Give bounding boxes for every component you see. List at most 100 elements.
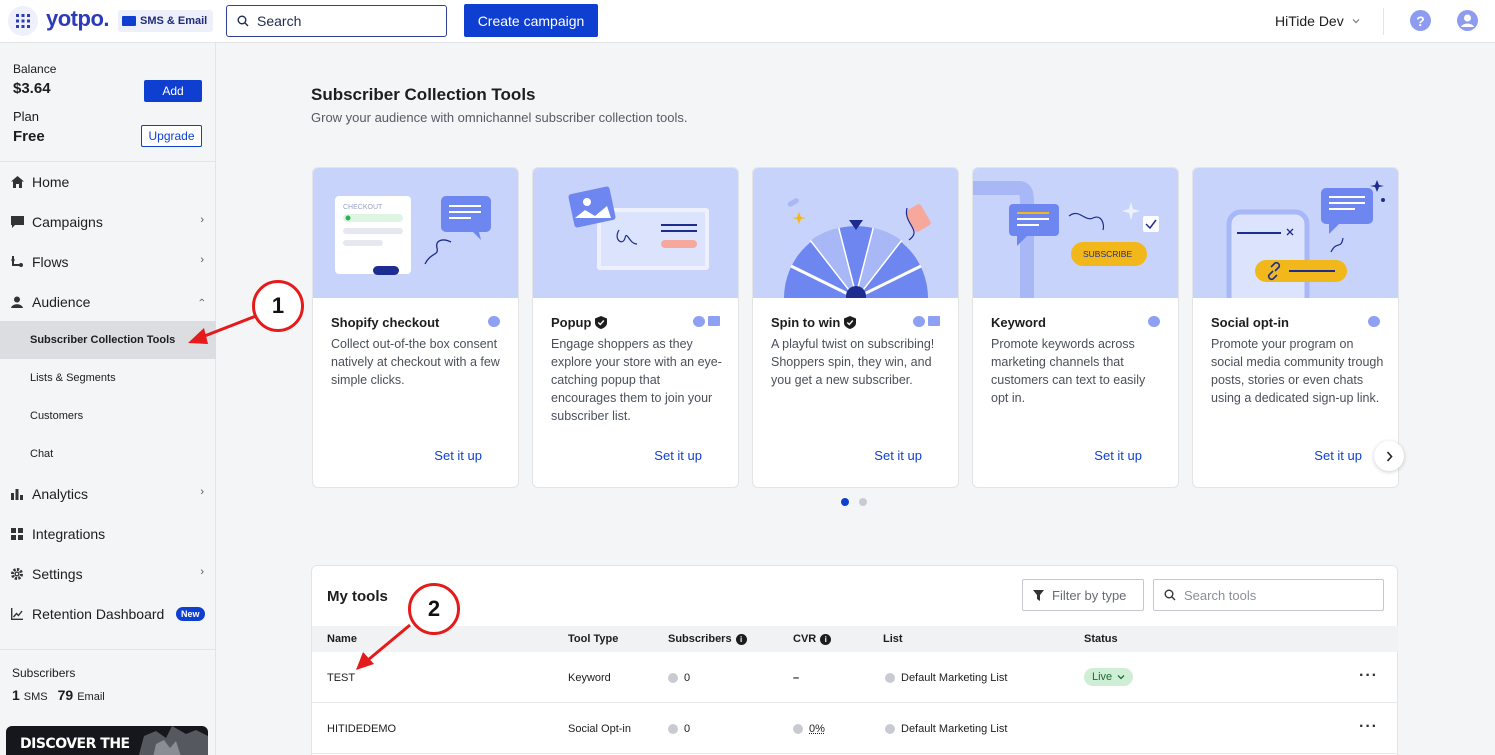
filter-label: Filter by type (1052, 587, 1127, 603)
promo-banner[interactable]: DISCOVER THE (6, 726, 208, 755)
email-label: Email (77, 691, 105, 703)
sms-count: 1 (12, 687, 20, 703)
list-cell: Default Marketing List (885, 672, 1007, 684)
status-text: Live (1092, 671, 1113, 683)
info-icon[interactable]: i (735, 633, 747, 645)
app-grid-icon[interactable] (8, 6, 38, 36)
sidebar-item-lists-segments[interactable]: Lists & Segments (0, 359, 216, 397)
status-badge[interactable]: Live (1084, 668, 1134, 686)
sidebar-item-campaigns[interactable]: Campaigns › (0, 203, 216, 241)
user-avatar-icon[interactable] (1457, 10, 1478, 31)
search-tools-placeholder: Search tools (1184, 587, 1257, 603)
tool-name[interactable]: HITIDEDEMO (327, 723, 396, 735)
tool-name[interactable]: TEST (327, 672, 355, 684)
sidebar-item-subscriber-collection-tools[interactable]: Subscriber Collection Tools (0, 321, 216, 359)
account-name: HiTide Dev (1275, 13, 1344, 29)
tool-card-spin-to-win[interactable]: Spin to win A playful twist on subscribi… (752, 167, 959, 488)
card-title: Spin to win (771, 315, 857, 330)
create-campaign-button[interactable]: Create campaign (464, 4, 598, 37)
balance-label: Balance (13, 62, 57, 76)
channel-icons (488, 316, 500, 327)
social-opt-in-illustration (1193, 168, 1398, 298)
new-badge: New (176, 607, 205, 621)
subscribers-value: 0 (684, 723, 691, 735)
info-icon[interactable]: i (820, 633, 832, 645)
annotation-step-1: 1 (252, 280, 304, 332)
keyword-illustration: SUBSCRIBE (973, 168, 1178, 298)
account-switcher[interactable]: HiTide Dev (1275, 13, 1360, 29)
column-header-tool-type[interactable]: Tool Type (568, 633, 618, 645)
column-header-list[interactable]: List (883, 633, 903, 645)
card-description: Collect out-of-the box consent natively … (331, 337, 500, 387)
tool-card-popup[interactable]: Popup Engage shoppers as they explore yo… (532, 167, 739, 488)
card-title-text: Shopify checkout (331, 315, 440, 330)
status-dot (668, 673, 678, 683)
sms-channel-icon (1368, 316, 1380, 327)
chevron-right-icon (1386, 450, 1393, 462)
column-header-subscribers[interactable]: Subscribers i (668, 633, 747, 645)
column-header-name[interactable]: Name (327, 633, 357, 645)
plan-label: Plan (13, 109, 40, 124)
yotpo-logo[interactable]: yotpo. (46, 6, 110, 32)
chevron-right-icon: › (200, 486, 204, 498)
sidebar-item-label: Home (32, 174, 70, 190)
column-header-cvr[interactable]: CVR i (793, 633, 832, 645)
integrations-icon (10, 527, 24, 541)
subscribers-cell: 0 (668, 723, 690, 735)
sidebar-item-settings[interactable]: Settings › (0, 555, 216, 593)
card-title-text: Spin to win (771, 315, 841, 330)
sidebar-item-customers[interactable]: Customers (0, 397, 216, 435)
page-subtitle: Grow your audience with omnichannel subs… (311, 110, 688, 125)
divider (0, 161, 216, 162)
cvr-value: 0% (809, 723, 825, 735)
card-title-text: Popup (551, 315, 592, 330)
sidebar-item-integrations[interactable]: Integrations (0, 515, 216, 553)
subscribers-cell: 0 (668, 672, 690, 684)
column-header-status[interactable]: Status (1084, 633, 1118, 645)
search-placeholder: Search (257, 13, 302, 29)
sidebar-item-home[interactable]: Home (0, 163, 216, 201)
sidebar-item-label: Analytics (32, 486, 89, 502)
tool-type: Social Opt-in (568, 723, 631, 735)
shopify-checkout-illustration: CHECKOUT (313, 168, 518, 298)
sidebar-item-retention-dashboard[interactable]: Retention Dashboard New (0, 595, 216, 633)
page-title: Subscriber Collection Tools (311, 85, 536, 104)
set-it-up-link[interactable]: Set it up (434, 448, 482, 463)
card-title-text: Social opt-in (1211, 315, 1289, 330)
tool-card-social-opt-in[interactable]: Social opt-in Promote your program on so… (1192, 167, 1399, 488)
sidebar-item-analytics[interactable]: Analytics › (0, 475, 216, 513)
sidebar: Balance $3.64 Add Plan Free Upgrade Home… (0, 43, 216, 755)
more-actions-icon[interactable]: ··· (1359, 718, 1378, 736)
sidebar-item-audience[interactable]: Audience › (0, 283, 216, 321)
sidebar-item-flows[interactable]: Flows › (0, 243, 216, 281)
campaigns-icon (10, 215, 24, 229)
set-it-up-link[interactable]: Set it up (1314, 448, 1362, 463)
card-title: Popup (551, 315, 608, 330)
email-count: 79 (57, 687, 74, 703)
carousel-next-button[interactable] (1374, 441, 1404, 471)
tool-card-keyword[interactable]: SUBSCRIBE Keyword Promote keywords acros… (972, 167, 1179, 488)
search-tools-input[interactable]: Search tools (1153, 579, 1384, 611)
filter-by-type-button[interactable]: Filter by type (1022, 579, 1144, 611)
upgrade-button[interactable]: Upgrade (141, 125, 202, 147)
subscribe-text: SUBSCRIBE (1083, 249, 1132, 259)
add-balance-button[interactable]: Add (144, 80, 202, 102)
sms-channel-icon (913, 316, 925, 327)
set-it-up-link[interactable]: Set it up (874, 448, 922, 463)
sidebar-item-label: Retention Dashboard (32, 606, 165, 622)
column-header-text: Status (1084, 633, 1118, 645)
chevron-right-icon: › (200, 214, 204, 226)
sidebar-item-chat[interactable]: Chat (0, 435, 216, 473)
set-it-up-link[interactable]: Set it up (1094, 448, 1142, 463)
product-switcher[interactable]: SMS & Email (118, 10, 214, 32)
carousel-dot-active[interactable] (841, 498, 849, 506)
set-it-up-link[interactable]: Set it up (654, 448, 702, 463)
carousel-dot[interactable] (859, 498, 867, 506)
global-search-input[interactable]: Search (226, 5, 447, 37)
table-row[interactable]: HITIDEDEMO Social Opt-in 0 0% Default Ma… (312, 704, 1398, 754)
analytics-icon (10, 487, 24, 501)
more-actions-icon[interactable]: ··· (1359, 667, 1378, 685)
help-icon[interactable]: ? (1410, 10, 1431, 31)
tool-card-shopify-checkout[interactable]: CHECKOUT Shopify checkout Collect out-of… (312, 167, 519, 488)
table-row[interactable]: TEST Keyword 0 – Default Marketing List … (312, 653, 1398, 703)
